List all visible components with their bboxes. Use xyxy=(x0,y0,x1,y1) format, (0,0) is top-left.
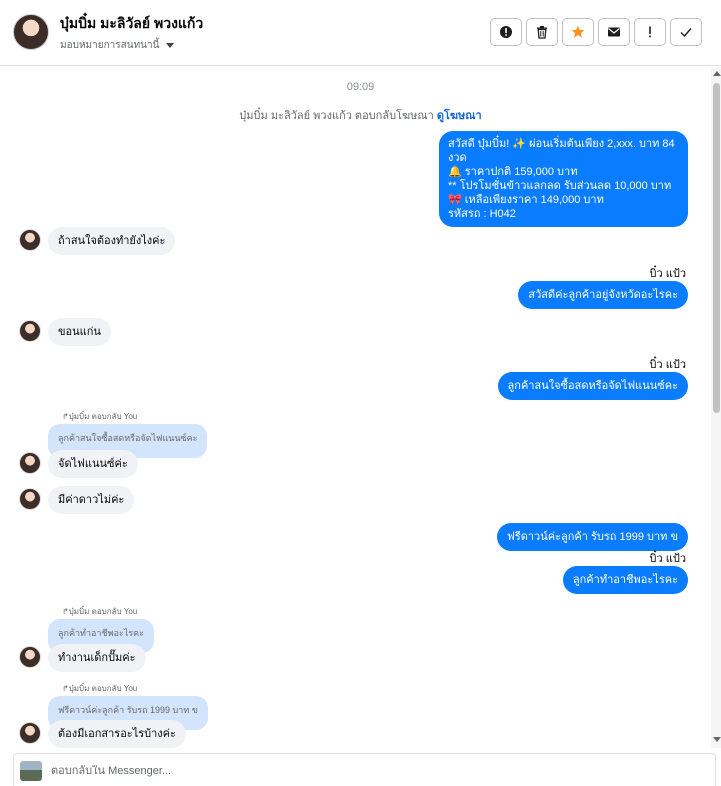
reply-indicator: ↱บุ๋มบิ๋ม ตอบกลับ You xyxy=(62,607,138,616)
ad-reply-notice: บุ๋มบิ๋ม มะลิวัลย์ พวงแก้ว ตอบกลับโฆษณา … xyxy=(0,106,710,124)
envelope-icon xyxy=(608,27,620,37)
delete-button[interactable] xyxy=(526,18,558,46)
conversation-toolbar xyxy=(490,18,702,46)
incoming-message[interactable]: ต้องมีเอกสารอะไรบ้างค่ะ xyxy=(48,720,186,748)
contact-avatar-small[interactable] xyxy=(19,722,41,744)
ad-reply-text: บุ๋มบิ๋ม มะลิวัลย์ พวงแก้ว ตอบกลับโฆษณา xyxy=(239,110,434,122)
page-avatar xyxy=(20,761,42,781)
contact-name[interactable]: บุ๋มบิ๋ม มะลิวัลย์ พวงแก้ว xyxy=(60,13,203,35)
contact-avatar-small[interactable] xyxy=(19,229,41,251)
promo-line: ** โปรโมชั่นข้าวแลกลด รับส่วนลด 10,000 บ… xyxy=(448,180,672,192)
incoming-message[interactable]: จัดไฟแนนซ์ค่ะ xyxy=(48,450,138,478)
message-timestamp: 09:09 xyxy=(346,81,375,93)
contact-avatar-small[interactable] xyxy=(19,646,41,668)
promo-line: สวัสดี บุ๋มบิ๋ม! ✨ ผ่อนเริ่มต้นเพียง 2,x… xyxy=(448,138,675,164)
conversation-header: บุ๋มบิ๋ม มะลิวัลย์ พวงแก้ว มอบหมายการสนท… xyxy=(0,0,721,66)
scroll-up-arrow-icon[interactable] xyxy=(713,71,721,76)
done-button[interactable] xyxy=(670,18,702,46)
scroll-down-arrow-icon[interactable] xyxy=(713,737,721,742)
spam-alert-button[interactable] xyxy=(490,18,522,46)
outgoing-message[interactable]: ฟรีดาวน์ค่ะลูกค้า รับรถ 1999 บาท ข xyxy=(497,523,688,551)
exclamation-icon xyxy=(649,26,651,38)
promo-line: รหัสรถ : H042 xyxy=(448,208,516,220)
contact-avatar-small[interactable] xyxy=(19,320,41,342)
sender-name: บิ๋ว แป้ว xyxy=(649,553,686,565)
promo-message-bubble[interactable]: สวัสดี บุ๋มบิ๋ม! ✨ ผ่อนเริ่มต้นเพียง 2,x… xyxy=(439,131,688,227)
alert-circle-icon xyxy=(500,26,512,38)
promo-line: 🎀 เหลือเพียงราคา 149,000 บาท xyxy=(448,194,604,206)
thread-scrollbar[interactable] xyxy=(711,67,721,748)
check-icon xyxy=(680,28,692,38)
reply-indicator: ↱บุ๋มบิ๋ม ตอบกลับ You xyxy=(62,412,138,421)
incoming-message[interactable]: ถ้าสนใจต้องทำยังไงค่ะ xyxy=(48,227,176,255)
trash-icon xyxy=(537,26,547,39)
star-button[interactable] xyxy=(562,18,594,46)
outgoing-message[interactable]: ลูกค้าทำอาชีพอะไรคะ xyxy=(562,566,688,594)
sender-name: บิ๋ว แป้ว xyxy=(649,268,686,280)
outgoing-message[interactable]: ลูกค้าสนใจซื้อสดหรือจัดไฟแนนซ์คะ xyxy=(497,372,688,400)
incoming-message[interactable]: ขอนแก่น xyxy=(48,318,111,346)
mark-unread-button[interactable] xyxy=(598,18,630,46)
incoming-message[interactable]: มีค่าดาวไม่ค่ะ xyxy=(48,486,135,514)
contact-avatar[interactable] xyxy=(13,14,49,50)
contact-avatar-small[interactable] xyxy=(19,488,41,510)
reply-input[interactable] xyxy=(51,765,651,777)
incoming-message[interactable]: ทำงานเด็กปั๊มค่ะ xyxy=(48,644,146,672)
message-thread[interactable]: 09:09 บุ๋มบิ๋ม มะลิวัลย์ พวงแก้ว ตอบกลับ… xyxy=(0,67,710,748)
sender-name: บิ๋ว แป้ว xyxy=(649,359,686,371)
contact-avatar-small[interactable] xyxy=(19,452,41,474)
reply-indicator: ↱บุ๋มบิ๋ม ตอบกลับ You xyxy=(62,684,138,693)
assign-conversation-dropdown[interactable]: มอบหมายการสนทนานี้ xyxy=(60,38,175,53)
star-icon xyxy=(571,25,585,38)
follow-up-button[interactable] xyxy=(634,18,666,46)
view-ad-link[interactable]: ดูโฆษณา xyxy=(437,110,482,122)
reply-composer xyxy=(13,753,716,786)
scrollbar-thumb[interactable] xyxy=(713,83,720,413)
outgoing-message[interactable]: สวัสดีค่ะลูกค้าอยู่จังหวัดอะไรคะ xyxy=(518,281,688,309)
caret-down-icon xyxy=(166,43,175,48)
promo-line: 🔔 ราคาปกติ 159,000 บาท xyxy=(448,166,578,178)
assign-label: มอบหมายการสนทนานี้ xyxy=(60,40,160,51)
